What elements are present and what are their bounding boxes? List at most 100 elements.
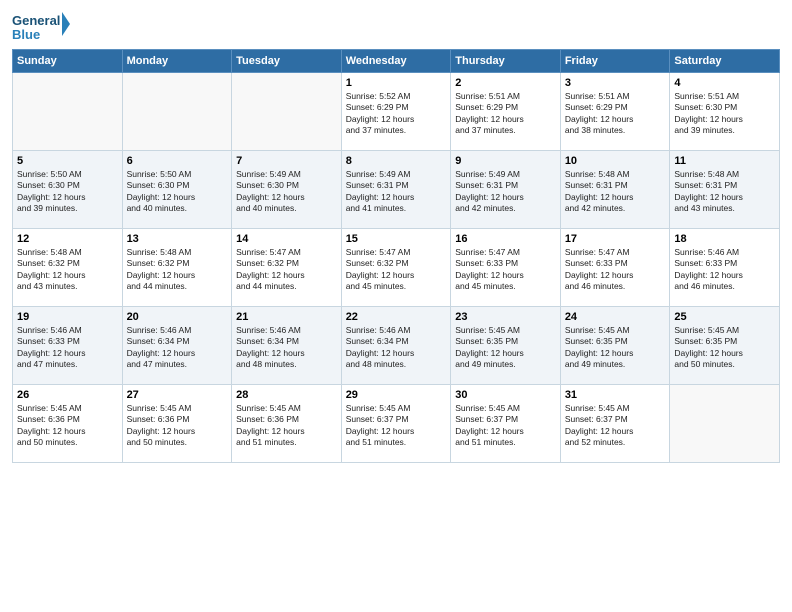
day-cell: 3 Sunrise: 5:51 AM Sunset: 6:29 PM Daylig… <box>560 73 670 151</box>
day-info: Sunrise: 5:45 AM Sunset: 6:37 PM Dayligh… <box>455 403 556 449</box>
week-row-2: 5Sunrise: 5:50 AM Sunset: 6:30 PM Daylig… <box>13 151 780 229</box>
day-number: 4 <box>674 77 775 89</box>
day-cell: 23Sunrise: 5:45 AM Sunset: 6:35 PM Dayli… <box>451 307 561 385</box>
day-info: Sunrise: 5:48 AM Sunset: 6:31 PM Dayligh… <box>674 169 775 215</box>
header: GeneralBlue <box>12 10 780 45</box>
day-cell: 17 Sunrise: 5:47 AM Sunset: 6:33 PM Dayli… <box>560 229 670 307</box>
week-row-3: 12 Sunrise: 5:48 AM Sunset: 6:32 PM Dayli… <box>13 229 780 307</box>
day-cell: 18Sunrise: 5:46 AM Sunset: 6:33 PM Dayli… <box>670 229 780 307</box>
page-container: GeneralBlue SundayMondayTuesdayWednesday… <box>0 0 792 612</box>
day-cell: 11 Sunrise: 5:48 AM Sunset: 6:31 PM Dayli… <box>670 151 780 229</box>
week-row-1: 1 Sunrise: 5:52 AM Sunset: 6:29 PM Daylig… <box>13 73 780 151</box>
day-cell: 5Sunrise: 5:50 AM Sunset: 6:30 PM Daylig… <box>13 151 123 229</box>
day-info: Sunrise: 5:51 AM Sunset: 6:29 PM Dayligh… <box>455 91 556 137</box>
day-number: 1 <box>346 77 447 89</box>
day-number: 6 <box>127 155 228 167</box>
day-info: Sunrise: 5:45 AM Sunset: 6:35 PM Dayligh… <box>455 325 556 371</box>
day-number: 27 <box>127 389 228 401</box>
header-cell-wednesday: Wednesday <box>341 50 451 73</box>
day-number: 21 <box>236 311 337 323</box>
day-info: Sunrise: 5:49 AM Sunset: 6:31 PM Dayligh… <box>346 169 447 215</box>
day-info: Sunrise: 5:47 AM Sunset: 6:33 PM Dayligh… <box>565 247 666 293</box>
day-cell <box>122 73 232 151</box>
day-number: 22 <box>346 311 447 323</box>
week-row-4: 19Sunrise: 5:46 AM Sunset: 6:33 PM Dayli… <box>13 307 780 385</box>
day-number: 8 <box>346 155 447 167</box>
day-cell: 29Sunrise: 5:45 AM Sunset: 6:37 PM Dayli… <box>341 385 451 463</box>
day-cell: 8 Sunrise: 5:49 AM Sunset: 6:31 PM Daylig… <box>341 151 451 229</box>
day-info: Sunrise: 5:46 AM Sunset: 6:34 PM Dayligh… <box>236 325 337 371</box>
day-cell: 10 Sunrise: 5:48 AM Sunset: 6:31 PM Dayli… <box>560 151 670 229</box>
day-info: Sunrise: 5:49 AM Sunset: 6:31 PM Dayligh… <box>455 169 556 215</box>
day-cell: 21 Sunrise: 5:46 AM Sunset: 6:34 PM Dayli… <box>232 307 342 385</box>
day-number: 30 <box>455 389 556 401</box>
header-cell-saturday: Saturday <box>670 50 780 73</box>
day-cell: 9 Sunrise: 5:49 AM Sunset: 6:31 PM Daylig… <box>451 151 561 229</box>
day-info: Sunrise: 5:48 AM Sunset: 6:31 PM Dayligh… <box>565 169 666 215</box>
day-number: 26 <box>17 389 118 401</box>
day-cell <box>670 385 780 463</box>
day-number: 7 <box>236 155 337 167</box>
day-info: Sunrise: 5:45 AM Sunset: 6:35 PM Dayligh… <box>674 325 775 371</box>
day-info: Sunrise: 5:47 AM Sunset: 6:32 PM Dayligh… <box>236 247 337 293</box>
header-row: SundayMondayTuesdayWednesdayThursdayFrid… <box>13 50 780 73</box>
day-cell: 13Sunrise: 5:48 AM Sunset: 6:32 PM Dayli… <box>122 229 232 307</box>
day-info: Sunrise: 5:45 AM Sunset: 6:35 PM Dayligh… <box>565 325 666 371</box>
logo: GeneralBlue <box>12 10 72 45</box>
day-cell: 22 Sunrise: 5:46 AM Sunset: 6:34 PM Dayli… <box>341 307 451 385</box>
header-cell-thursday: Thursday <box>451 50 561 73</box>
day-number: 13 <box>127 233 228 245</box>
day-info: Sunrise: 5:51 AM Sunset: 6:29 PM Dayligh… <box>565 91 666 137</box>
week-row-5: 26 Sunrise: 5:45 AM Sunset: 6:36 PM Dayli… <box>13 385 780 463</box>
day-cell: 24 Sunrise: 5:45 AM Sunset: 6:35 PM Dayli… <box>560 307 670 385</box>
day-number: 15 <box>346 233 447 245</box>
day-info: Sunrise: 5:46 AM Sunset: 6:34 PM Dayligh… <box>127 325 228 371</box>
day-number: 16 <box>455 233 556 245</box>
day-info: Sunrise: 5:48 AM Sunset: 6:32 PM Dayligh… <box>17 247 118 293</box>
day-cell: 4 Sunrise: 5:51 AM Sunset: 6:30 PM Daylig… <box>670 73 780 151</box>
day-cell: 6 Sunrise: 5:50 AM Sunset: 6:30 PM Daylig… <box>122 151 232 229</box>
logo-svg: GeneralBlue <box>12 10 72 45</box>
day-number: 10 <box>565 155 666 167</box>
day-number: 18 <box>674 233 775 245</box>
day-cell: 15 Sunrise: 5:47 AM Sunset: 6:32 PM Dayli… <box>341 229 451 307</box>
svg-text:Blue: Blue <box>12 27 40 42</box>
day-cell <box>13 73 123 151</box>
day-info: Sunrise: 5:47 AM Sunset: 6:32 PM Dayligh… <box>346 247 447 293</box>
day-cell: 2 Sunrise: 5:51 AM Sunset: 6:29 PM Daylig… <box>451 73 561 151</box>
day-cell: 31 Sunrise: 5:45 AM Sunset: 6:37 PM Dayli… <box>560 385 670 463</box>
day-number: 24 <box>565 311 666 323</box>
day-cell: 19Sunrise: 5:46 AM Sunset: 6:33 PM Dayli… <box>13 307 123 385</box>
day-info: Sunrise: 5:49 AM Sunset: 6:30 PM Dayligh… <box>236 169 337 215</box>
day-info: Sunrise: 5:50 AM Sunset: 6:30 PM Dayligh… <box>127 169 228 215</box>
day-cell: 12 Sunrise: 5:48 AM Sunset: 6:32 PM Dayli… <box>13 229 123 307</box>
calendar-table: SundayMondayTuesdayWednesdayThursdayFrid… <box>12 49 780 463</box>
day-info: Sunrise: 5:46 AM Sunset: 6:33 PM Dayligh… <box>17 325 118 371</box>
day-number: 17 <box>565 233 666 245</box>
day-info: Sunrise: 5:45 AM Sunset: 6:37 PM Dayligh… <box>346 403 447 449</box>
day-info: Sunrise: 5:45 AM Sunset: 6:36 PM Dayligh… <box>236 403 337 449</box>
day-info: Sunrise: 5:46 AM Sunset: 6:34 PM Dayligh… <box>346 325 447 371</box>
day-cell: 14Sunrise: 5:47 AM Sunset: 6:32 PM Dayli… <box>232 229 342 307</box>
day-number: 2 <box>455 77 556 89</box>
day-cell: 16Sunrise: 5:47 AM Sunset: 6:33 PM Dayli… <box>451 229 561 307</box>
day-number: 9 <box>455 155 556 167</box>
day-cell: 30 Sunrise: 5:45 AM Sunset: 6:37 PM Dayli… <box>451 385 561 463</box>
day-number: 11 <box>674 155 775 167</box>
day-cell: 7 Sunrise: 5:49 AM Sunset: 6:30 PM Daylig… <box>232 151 342 229</box>
header-cell-monday: Monday <box>122 50 232 73</box>
day-cell: 27 Sunrise: 5:45 AM Sunset: 6:36 PM Dayli… <box>122 385 232 463</box>
day-cell: 28Sunrise: 5:45 AM Sunset: 6:36 PM Dayli… <box>232 385 342 463</box>
header-cell-sunday: Sunday <box>13 50 123 73</box>
day-info: Sunrise: 5:51 AM Sunset: 6:30 PM Dayligh… <box>674 91 775 137</box>
day-info: Sunrise: 5:45 AM Sunset: 6:37 PM Dayligh… <box>565 403 666 449</box>
day-number: 12 <box>17 233 118 245</box>
day-cell: 20Sunrise: 5:46 AM Sunset: 6:34 PM Dayli… <box>122 307 232 385</box>
day-info: Sunrise: 5:45 AM Sunset: 6:36 PM Dayligh… <box>127 403 228 449</box>
day-number: 31 <box>565 389 666 401</box>
day-cell: 25Sunrise: 5:45 AM Sunset: 6:35 PM Dayli… <box>670 307 780 385</box>
day-number: 3 <box>565 77 666 89</box>
day-info: Sunrise: 5:50 AM Sunset: 6:30 PM Dayligh… <box>17 169 118 215</box>
day-info: Sunrise: 5:52 AM Sunset: 6:29 PM Dayligh… <box>346 91 447 137</box>
header-cell-tuesday: Tuesday <box>232 50 342 73</box>
